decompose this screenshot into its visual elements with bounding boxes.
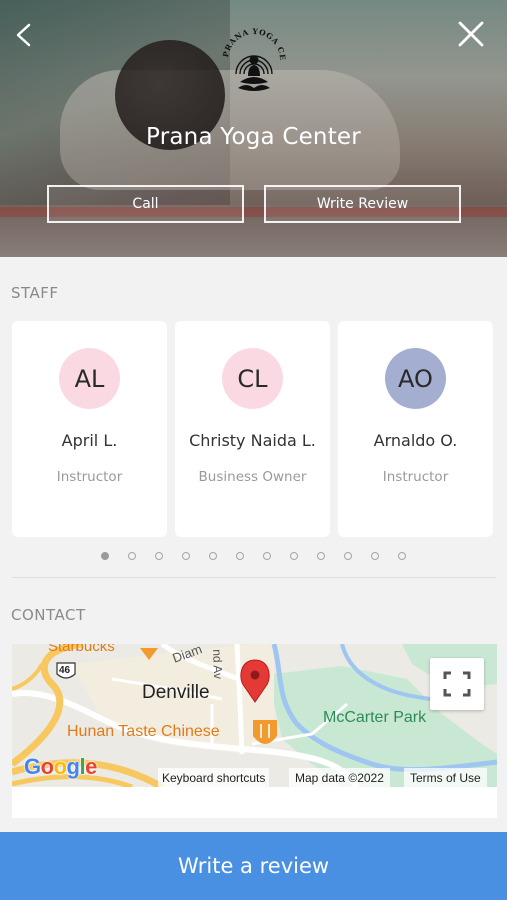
keyboard-shortcuts-link[interactable]: Keyboard shortcuts [158,768,270,787]
studio-name: Prana Yoga Center [146,124,361,150]
map-label-starbucks: Starbucks [48,644,115,655]
staff-name: Christy Naida L. [189,431,316,450]
svg-text:PRANA YOGA CENTER: PRANA YOGA CENTER [218,24,287,61]
write-a-review-button[interactable]: Write a review [0,832,507,900]
terms-of-use-link[interactable]: Terms of Use [404,768,487,787]
google-logo[interactable]: Google [24,754,97,780]
logo-text: PRANA YOGA CENTER [214,17,286,61]
close-icon[interactable] [455,18,487,50]
pagination-dot[interactable] [344,552,352,560]
pagination-dot[interactable] [155,552,163,560]
pagination-dot[interactable] [398,552,406,560]
map-label-route: 46 [59,665,71,676]
map-data-attribution: Map data ©2022 [289,768,390,787]
write-review-button[interactable]: Write Review [264,185,461,223]
section-divider [12,577,496,578]
pagination-dot[interactable] [371,552,379,560]
staff-section-label: STAFF [11,284,59,302]
fullscreen-button[interactable] [430,658,484,710]
map-label-restaurant: Hunan Taste Chinese [67,723,220,740]
staff-name: April L. [61,431,118,450]
map-data-label: Map data ©2022 [295,770,384,785]
fullscreen-icon [443,671,471,697]
staff-role: Instructor [56,469,123,485]
staff-role: Business Owner [198,469,307,485]
staff-role: Instructor [382,469,449,485]
pagination-dot[interactable] [317,552,325,560]
call-button[interactable]: Call [47,185,244,223]
pagination-dot[interactable] [128,552,136,560]
studio-logo: PRANA YOGA CENTER [214,17,290,98]
pagination-dot[interactable] [236,552,244,560]
pagination-dot[interactable] [101,552,109,560]
pagination-dot[interactable] [263,552,271,560]
back-chevron-icon[interactable] [10,20,40,50]
staff-card[interactable]: CL Christy Naida L. Business Owner [175,321,330,537]
pagination-dot[interactable] [182,552,190,560]
map-label-park: McCarter Park [323,709,427,726]
staff-name: Arnaldo O. [373,431,458,450]
staff-card[interactable]: AL April L. Instructor [12,321,167,537]
contact-card: 46 Starbucks Diam nd Av Denville Hunan T… [12,644,497,818]
google-logo-text: Google [24,754,97,779]
terms-of-use-label: Terms of Use [410,770,481,785]
header-hero: PRANA YOGA CENTER Prana Yoga Center Call… [0,0,507,257]
pagination-dot[interactable] [209,552,217,560]
avatar: CL [222,348,283,409]
staff-card[interactable]: AO Arnaldo O. Instructor [338,321,493,537]
contact-section-label: CONTACT [11,606,86,624]
keyboard-shortcuts-label: Keyboard shortcuts [162,770,266,785]
location-map[interactable]: 46 Starbucks Diam nd Av Denville Hunan T… [12,644,497,787]
pagination-dot[interactable] [290,552,298,560]
map-label-town: Denville [142,682,210,703]
avatar: AO [385,348,446,409]
map-label-road: nd Av [210,649,226,680]
avatar: AL [59,348,120,409]
